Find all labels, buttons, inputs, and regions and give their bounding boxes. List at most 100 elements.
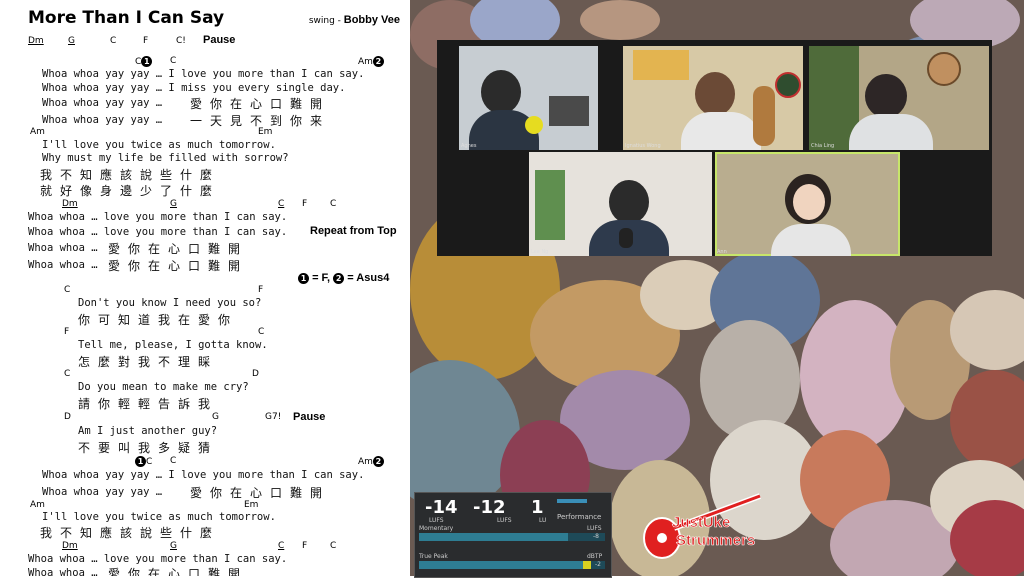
lyric-line: Whoa whoa … love you more than I can say… xyxy=(28,553,288,565)
circled-number-2: 2 xyxy=(333,272,345,284)
chord: G xyxy=(170,541,177,551)
lyric-line: Do you mean to make me cry? xyxy=(78,381,249,393)
lyric-line: Whoa whoa … xyxy=(28,242,98,254)
participant-body xyxy=(771,224,851,256)
true-peak-value: -2 xyxy=(595,561,601,568)
chord: C xyxy=(258,327,265,337)
short-term-loudness: -12 xyxy=(473,497,506,518)
pebble xyxy=(580,0,660,40)
participant-head xyxy=(695,72,735,116)
chord: D xyxy=(64,412,71,422)
circled-number-1: 1 xyxy=(141,56,153,67)
chord: C1 xyxy=(135,56,153,67)
lyric-line: Whoa whoa yay yay … xyxy=(42,114,163,126)
microphone-icon xyxy=(525,116,543,134)
lyric-line: Whoa whoa yay yay … xyxy=(42,97,163,109)
peak-indicator xyxy=(582,561,591,569)
lyric-line: Whoa whoa yay yay … xyxy=(42,486,163,498)
chord: G xyxy=(68,36,75,46)
lyric-line-zh: 愛你在心口難開 xyxy=(108,259,249,273)
participant-face xyxy=(793,184,825,220)
participant-body xyxy=(849,114,933,150)
true-peak-fill xyxy=(419,561,583,569)
chord: C xyxy=(278,199,285,209)
chord: F xyxy=(258,285,264,295)
participant-tile[interactable]: Chia Ling xyxy=(809,46,989,150)
chord: C xyxy=(278,541,285,551)
chord: G xyxy=(212,412,219,422)
clock-icon xyxy=(927,52,961,86)
unit-label: dBTP xyxy=(587,553,603,560)
chord: Dm xyxy=(62,541,78,551)
logo-text-bottom: Strummers xyxy=(676,532,756,550)
loudness-meter: -14 LUFS -12 LUFS 1 LU Performance Momen… xyxy=(414,492,612,578)
chord: C xyxy=(330,541,337,551)
lyric-line-zh: 請你輕輕告訴我 xyxy=(78,397,219,411)
photo-frame xyxy=(633,50,689,80)
chord: D xyxy=(252,369,259,379)
circled-number-2: 2 xyxy=(372,456,384,467)
chord: Am xyxy=(30,127,45,137)
dartboard xyxy=(775,72,801,98)
pebble xyxy=(950,370,1024,470)
lyric-line: Whoa whoa … xyxy=(28,567,98,576)
chord: G xyxy=(170,199,177,209)
true-peak-label: True Peak xyxy=(419,553,448,560)
participant-name: Chia Ling xyxy=(811,143,835,149)
lyric-line-zh: 愛你在心口難開 xyxy=(190,486,331,500)
chord: Am 2 xyxy=(358,456,384,467)
lyric-line-zh: 我不知應該說些什麼 xyxy=(40,526,221,540)
lyric-line-zh: 就好像身邊少了什麼 xyxy=(40,184,221,198)
lyric-line: Whoa whoa … love you more than I can say… xyxy=(28,226,288,238)
participant-name: Ignatius Wong xyxy=(625,143,661,149)
lyric-line-zh: 愛你在心口難開 xyxy=(108,567,249,576)
unit-label: LUFS xyxy=(429,517,444,524)
chord: C! xyxy=(176,36,186,46)
chord: C xyxy=(330,199,337,209)
participant-tile[interactable]: Agnes xyxy=(459,46,598,150)
justuke-strummers-logo: JustUke Strummers xyxy=(640,488,770,570)
participant-tile-active[interactable]: Ann xyxy=(715,152,900,256)
lyric-line: Am I just another guy? xyxy=(78,425,218,437)
participant-name: Lee Ng xyxy=(531,249,549,255)
song-title: More Than I Can Say xyxy=(28,8,225,28)
unit-label: LUFS xyxy=(497,517,512,524)
plants xyxy=(535,170,565,240)
lyric-line: Whoa whoa … xyxy=(28,259,98,271)
lyric-line: I'll love you twice as much tomorrow. xyxy=(42,139,276,151)
chord: G7! xyxy=(265,412,282,422)
lyric-line: Tell me, please, I gotta know. xyxy=(78,339,268,351)
momentary-fill xyxy=(419,533,568,541)
participant-head xyxy=(865,74,907,118)
circled-number-1: 1 xyxy=(298,272,309,284)
chord: C xyxy=(110,36,117,46)
monitor xyxy=(549,96,589,126)
pause-note: Pause xyxy=(293,411,326,423)
lyric-line-zh: 愛你在心口難開 xyxy=(108,242,249,256)
chord: C xyxy=(64,369,71,379)
momentary-bar xyxy=(419,533,605,541)
chord: F xyxy=(143,36,149,46)
true-peak-bar xyxy=(419,561,605,569)
participant-head xyxy=(481,70,521,114)
chord: Em xyxy=(258,127,273,137)
chord: Am xyxy=(30,500,45,510)
microphone-icon xyxy=(619,228,633,248)
song-artist: swing - Bobby Vee xyxy=(308,14,400,26)
participant-tile[interactable]: Ignatius Wong xyxy=(623,46,803,150)
momentary-label: Momentary xyxy=(419,525,454,532)
unit-label: LU xyxy=(539,517,547,524)
circled-number-2: 2 xyxy=(372,56,384,67)
lyric-line-zh: 你可知道我在愛你 xyxy=(78,313,239,327)
lyric-line: Whoa whoa yay yay … I miss you every sin… xyxy=(42,82,346,94)
repeat-note: Repeat from Top xyxy=(310,225,397,237)
participant-tile[interactable]: Lee Ng xyxy=(529,152,712,256)
lyric-line: Whoa whoa yay yay … I love you more than… xyxy=(42,68,365,80)
chord: Am 2 xyxy=(358,56,384,67)
participant-name: Ann xyxy=(717,249,727,255)
chord: Em xyxy=(244,500,259,510)
chord: F xyxy=(302,199,308,209)
lyric-line-zh: 愛你在心口難開 xyxy=(190,97,331,111)
circled-number-1: 1 xyxy=(135,456,146,467)
unit-label: LUFS xyxy=(587,525,602,532)
